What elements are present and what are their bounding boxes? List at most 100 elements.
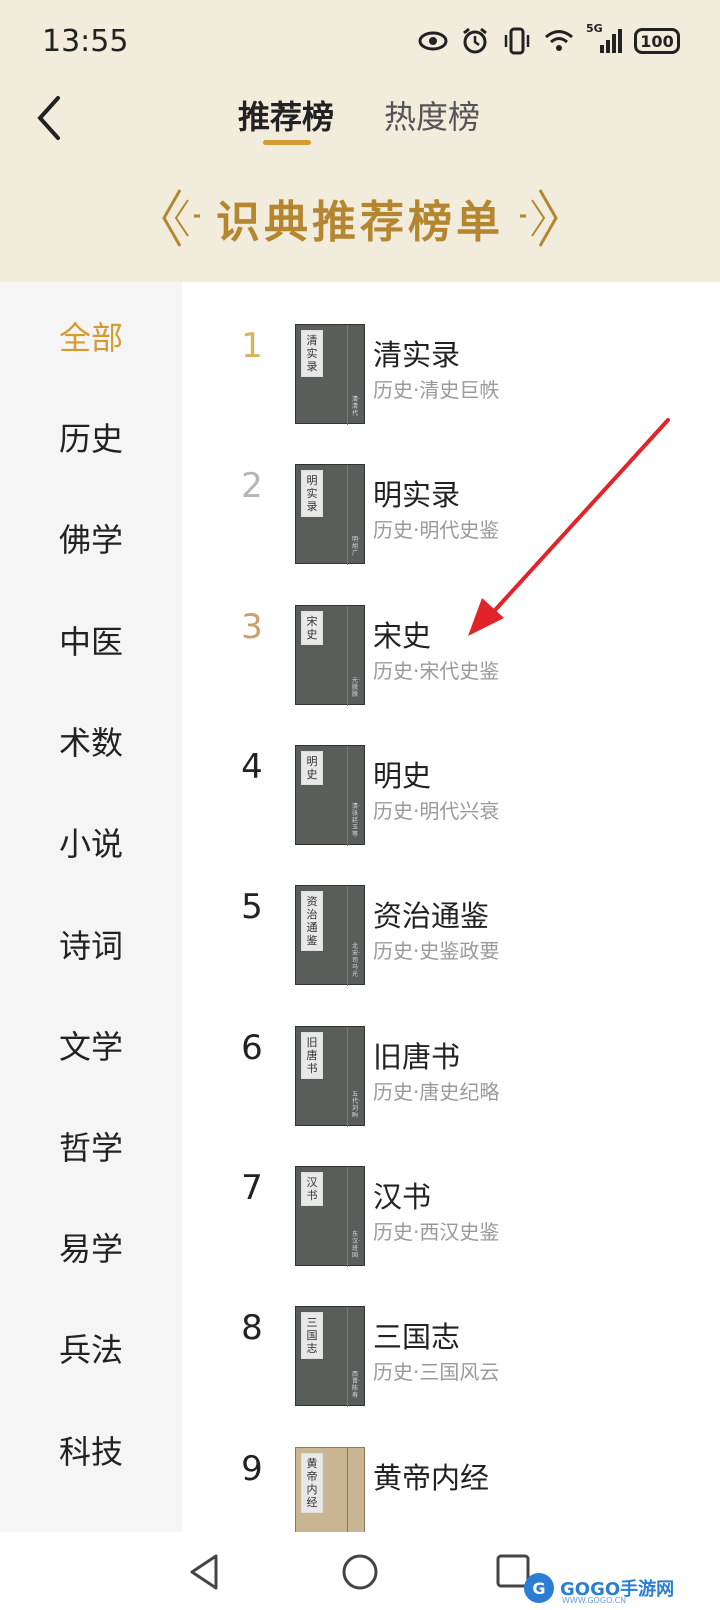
cover-author: 北宋·司马光 xyxy=(352,943,360,978)
book-rank: 4 xyxy=(241,747,263,787)
cover-spine xyxy=(347,1027,348,1127)
cover-spine xyxy=(347,606,348,706)
vibrate-icon xyxy=(502,26,532,56)
book-subtitle: 历史·史鉴政要 xyxy=(373,939,500,963)
category-literature[interactable]: 文学 xyxy=(0,1017,182,1077)
book-row[interactable]: 8 三国志 西晋·陈寿 三国志 历史·三国风云 xyxy=(182,1264,720,1408)
book-subtitle: 历史·明代史鉴 xyxy=(373,518,500,542)
cover-spine xyxy=(347,886,348,986)
cover-author: 东汉·班固 xyxy=(352,1231,360,1259)
cover-label: 宋史 xyxy=(301,611,323,645)
category-fiction[interactable]: 小说 xyxy=(0,814,182,874)
cover-label: 资治通鉴 xyxy=(301,891,323,951)
right-bracket-icon xyxy=(520,189,558,247)
book-list: 1 清实录 清·清代 清实录 历史·清史巨帙 2 明实录 明·胡广 明实录 历史… xyxy=(182,282,720,1532)
category-all[interactable]: 全部 xyxy=(0,308,182,368)
book-cover: 清实录 清·清代 xyxy=(295,324,365,425)
book-rank: 2 xyxy=(241,466,263,506)
book-cover: 明实录 明·胡广 xyxy=(295,464,365,565)
book-row[interactable]: 9 黄帝内经 黄帝内经 xyxy=(182,1405,720,1532)
cover-spine xyxy=(347,465,348,565)
book-rank: 1 xyxy=(241,326,263,366)
alarm-icon xyxy=(460,26,490,56)
book-row[interactable]: 2 明实录 明·胡广 明实录 历史·明代史鉴 xyxy=(182,422,720,566)
category-tcm[interactable]: 中医 xyxy=(0,612,182,672)
wifi-icon xyxy=(544,26,574,56)
tab-popularity[interactable]: 热度榜 xyxy=(384,92,480,138)
book-cover: 明史 清·张廷玉等 xyxy=(295,745,365,846)
tab-bar: 推荐榜 热度榜 xyxy=(0,92,720,152)
book-rank: 7 xyxy=(241,1168,263,1208)
book-title: 清实录 xyxy=(373,338,461,372)
category-poetry[interactable]: 诗词 xyxy=(0,916,182,976)
status-icons: 5G 100 xyxy=(418,22,680,56)
book-cover: 旧唐书 五代·刘昫 xyxy=(295,1026,365,1127)
book-rank: 6 xyxy=(241,1028,263,1068)
watermark: G GOGO手游网 WWW.GOGO.CN xyxy=(524,1568,714,1608)
cover-label: 旧唐书 xyxy=(301,1032,323,1079)
banner-title: 识典推荐榜单 xyxy=(216,197,504,248)
book-title: 宋史 xyxy=(373,619,432,653)
tab-active-indicator xyxy=(263,140,311,145)
book-subtitle: 历史·宋代史鉴 xyxy=(373,659,500,683)
book-cover: 宋史 元·脱脱 xyxy=(295,605,365,706)
category-sidebar: 全部 历史 佛学 中医 术数 小说 诗词 文学 哲学 易学 兵法 科技 xyxy=(0,282,182,1532)
book-cover: 三国志 西晋·陈寿 xyxy=(295,1306,365,1407)
book-row[interactable]: 6 旧唐书 五代·刘昫 旧唐书 历史·唐史纪略 xyxy=(182,984,720,1128)
book-title: 明史 xyxy=(373,759,432,793)
nav-back-icon[interactable] xyxy=(184,1550,228,1594)
cover-author: 清·清代 xyxy=(352,396,360,417)
book-row[interactable]: 4 明史 清·张廷玉等 明史 历史·明代兴衰 xyxy=(182,703,720,847)
book-cover: 黄帝内经 xyxy=(295,1447,365,1532)
book-rank: 3 xyxy=(241,607,263,647)
book-cover: 汉书 东汉·班固 xyxy=(295,1166,365,1267)
header-area: 13:55 5G 100 推荐榜 热度榜 识典推荐榜单 xyxy=(0,0,720,282)
book-title: 旧唐书 xyxy=(373,1040,461,1074)
category-yixue[interactable]: 易学 xyxy=(0,1219,182,1279)
book-rank: 5 xyxy=(241,887,263,927)
cover-spine xyxy=(347,325,348,425)
category-philosophy[interactable]: 哲学 xyxy=(0,1118,182,1178)
book-rank: 9 xyxy=(241,1449,263,1489)
cover-author: 西晋·陈寿 xyxy=(352,1371,360,1399)
cover-author: 清·张廷玉等 xyxy=(352,803,360,838)
book-row[interactable]: 5 资治通鉴 北宋·司马光 资治通鉴 历史·史鉴政要 xyxy=(182,843,720,987)
cover-author: 明·胡广 xyxy=(352,536,360,557)
cover-label: 三国志 xyxy=(301,1312,323,1359)
book-title: 汉书 xyxy=(373,1180,432,1214)
tab-recommend[interactable]: 推荐榜 xyxy=(238,92,334,138)
left-bracket-icon xyxy=(162,189,200,247)
book-subtitle: 历史·唐史纪略 xyxy=(373,1080,500,1104)
cover-label: 黄帝内经 xyxy=(301,1453,323,1513)
category-technology[interactable]: 科技 xyxy=(0,1422,182,1482)
book-title: 明实录 xyxy=(373,478,461,512)
watermark-sub: WWW.GOGO.CN xyxy=(562,1596,627,1605)
cover-label: 明实录 xyxy=(301,470,323,517)
cover-author: 元·脱脱 xyxy=(352,677,360,698)
cover-spine xyxy=(347,746,348,846)
book-row[interactable]: 3 宋史 元·脱脱 宋史 历史·宋代史鉴 xyxy=(182,563,720,707)
signal-icon: 5G xyxy=(586,22,622,56)
book-title: 资治通鉴 xyxy=(373,899,490,933)
category-buddhism[interactable]: 佛学 xyxy=(0,510,182,570)
nav-home-icon[interactable] xyxy=(338,1550,382,1594)
category-history[interactable]: 历史 xyxy=(0,409,182,469)
book-row[interactable]: 1 清实录 清·清代 清实录 历史·清史巨帙 xyxy=(182,282,720,426)
book-row[interactable]: 7 汉书 东汉·班固 汉书 历史·西汉史鉴 xyxy=(182,1124,720,1268)
cover-label: 汉书 xyxy=(301,1172,323,1206)
battery-icon: 100 xyxy=(634,28,680,54)
book-subtitle: 历史·三国风云 xyxy=(373,1360,500,1384)
book-subtitle: 历史·西汉史鉴 xyxy=(373,1220,500,1244)
book-title: 黄帝内经 xyxy=(373,1461,490,1495)
book-cover: 资治通鉴 北宋·司马光 xyxy=(295,885,365,986)
book-title: 三国志 xyxy=(373,1320,461,1354)
category-military[interactable]: 兵法 xyxy=(0,1320,182,1380)
cover-spine xyxy=(347,1448,348,1532)
cover-label: 清实录 xyxy=(301,330,323,377)
watermark-logo-icon: G xyxy=(524,1573,554,1603)
book-subtitle: 历史·明代兴衰 xyxy=(373,799,500,823)
category-divination[interactable]: 术数 xyxy=(0,713,182,773)
cover-spine xyxy=(347,1307,348,1407)
network-label: 5G xyxy=(586,22,603,35)
eye-icon xyxy=(418,26,448,56)
